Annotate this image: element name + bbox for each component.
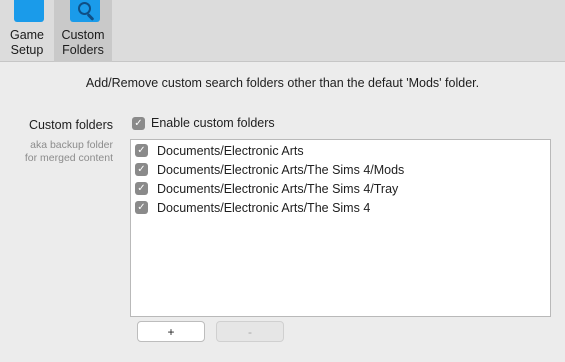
toolbar-item-game-setup[interactable]: Game Setup <box>0 0 54 62</box>
list-item[interactable]: ✓ Documents/Electronic Arts/The Sims 4 <box>131 198 550 217</box>
remove-folder-button[interactable]: - <box>216 321 284 342</box>
folder-path: Documents/Electronic Arts/The Sims 4/Tra… <box>157 181 399 196</box>
custom-folders-list[interactable]: ✓ Documents/Electronic Arts ✓ Documents/… <box>130 139 551 317</box>
checkbox-check-icon[interactable]: ✓ <box>135 163 148 176</box>
toolbar-item-custom-folders[interactable]: Custom Folders <box>54 0 112 62</box>
toolbar: Game Setup Custom Folders <box>0 0 565 62</box>
custom-folders-label: Custom folders <box>28 118 113 132</box>
folder-icon <box>8 0 46 26</box>
toolbar-item-label: Custom Folders <box>61 28 105 57</box>
enable-custom-folders-checkbox[interactable]: ✓ Enable custom folders <box>132 116 275 130</box>
custom-folders-hint: aka backup folder for merged content <box>25 139 113 165</box>
checkbox-check-icon: ✓ <box>132 116 145 130</box>
folder-search-icon <box>64 0 102 26</box>
list-item[interactable]: ✓ Documents/Electronic Arts/The Sims 4/T… <box>131 179 550 198</box>
list-item[interactable]: ✓ Documents/Electronic Arts/The Sims 4/M… <box>131 160 550 179</box>
description-text: Add/Remove custom search folders other t… <box>85 76 480 90</box>
folder-path: Documents/Electronic Arts/The Sims 4 <box>157 200 371 215</box>
toolbar-item-label: Game Setup <box>9 28 45 57</box>
checkbox-check-icon[interactable]: ✓ <box>135 182 148 195</box>
list-item[interactable]: ✓ Documents/Electronic Arts <box>131 141 550 160</box>
checkbox-check-icon[interactable]: ✓ <box>135 144 148 157</box>
add-folder-button[interactable]: + <box>137 321 205 342</box>
folder-path: Documents/Electronic Arts <box>157 143 304 158</box>
hint-line: for merged content <box>24 152 113 164</box>
checkbox-check-icon[interactable]: ✓ <box>135 201 148 214</box>
hint-line: aka backup folder <box>30 139 113 151</box>
folder-path: Documents/Electronic Arts/The Sims 4/Mod… <box>157 162 405 177</box>
enable-custom-folders-label: Enable custom folders <box>151 116 275 130</box>
